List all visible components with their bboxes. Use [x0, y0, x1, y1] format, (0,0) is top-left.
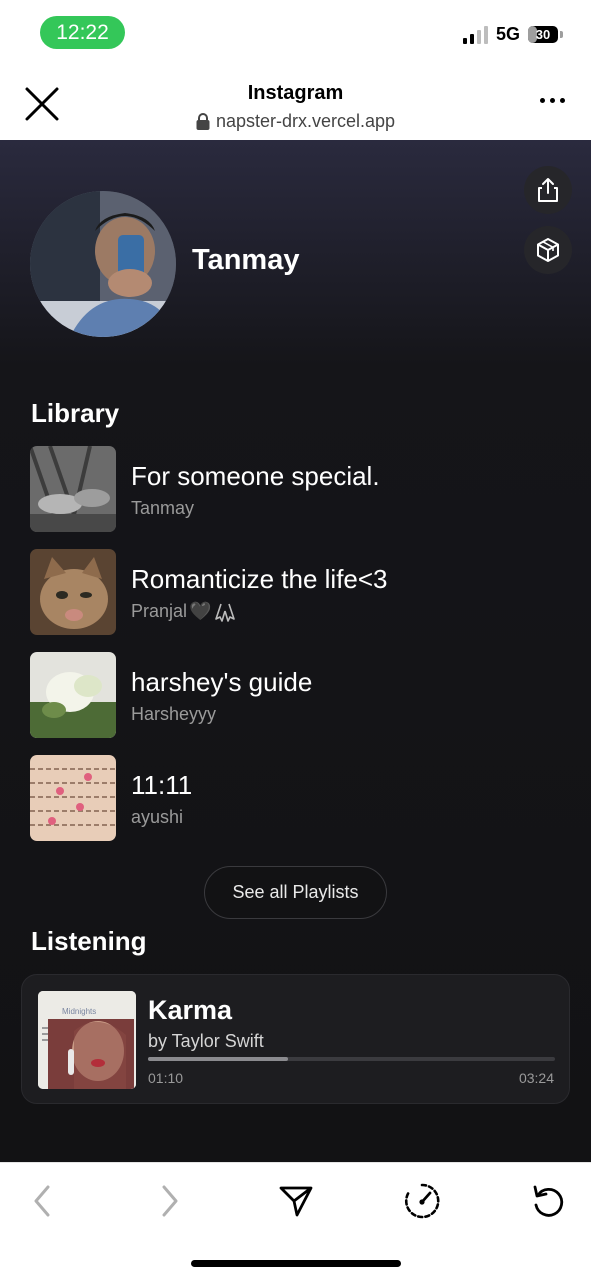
current-time: 01:10 [148, 1070, 184, 1086]
reload-icon [533, 1185, 564, 1217]
forward-button[interactable] [150, 1181, 190, 1221]
status-time[interactable]: 12:22 [40, 16, 125, 49]
black-heart-emoji: 🖤 [189, 601, 212, 621]
chevron-right-icon [162, 1185, 178, 1217]
listening-title: Listening [31, 926, 147, 956]
status-indicators: 5G 30 [462, 24, 563, 45]
track-artist: by Taylor Swift [148, 1031, 264, 1051]
playlist-cover [30, 755, 116, 841]
playlist-title: harshey's guide [131, 667, 313, 697]
playlist-item[interactable]: 11:11 ayushi [30, 755, 560, 841]
now-playing-card[interactable]: Midnights Karma by Taylor Swift 01:10 03… [21, 974, 570, 1104]
battery-nub [560, 31, 563, 38]
playlist-author: ayushi [131, 807, 183, 828]
playlist-author-name: Harsheyyy [131, 704, 217, 724]
playlist-item[interactable]: For someone special. Tanmay [30, 446, 560, 532]
playlist-title: Romanticize the life<3 [131, 564, 388, 594]
send-button[interactable] [276, 1181, 316, 1221]
battery-level: 30 [535, 27, 551, 42]
cube-icon [537, 238, 559, 262]
album-label: Midnights [62, 1007, 97, 1016]
embed-button[interactable] [524, 226, 572, 274]
battery-icon: 30 [528, 26, 558, 43]
signal-icon [462, 25, 488, 44]
network-type: 5G [495, 24, 520, 44]
more-icon-dot [550, 98, 555, 103]
lock-icon [196, 113, 210, 130]
status-bar: 12:22 5G 30 [0, 0, 591, 62]
browser-header: Instagram napster-drx.vercel.app [0, 62, 591, 140]
playlist-item[interactable]: harshey's guide Harsheyyy [30, 652, 560, 738]
more-button[interactable] [540, 98, 565, 103]
playlist-title: 11:11 [131, 770, 193, 800]
see-all-playlists-button[interactable]: See all Playlists [204, 866, 387, 919]
playlist-cover [30, 652, 116, 738]
home-indicator [191, 1260, 401, 1267]
send-icon [279, 1186, 313, 1217]
playlist-author-name: Tanmay [131, 498, 195, 518]
track-title: Karma [148, 995, 233, 1025]
ribbon-icon [215, 603, 236, 622]
playlist-author: Pranjal 🖤 [131, 601, 237, 622]
more-icon [540, 98, 545, 103]
more-icon-dot [560, 98, 565, 103]
chevron-left-icon [34, 1185, 50, 1217]
total-time: 03:24 [518, 1070, 554, 1086]
url-display[interactable]: napster-drx.vercel.app [0, 111, 591, 132]
speedometer-icon [404, 1183, 440, 1219]
playlist-author-name: Pranjal [131, 601, 188, 621]
library-title: Library [31, 398, 120, 428]
speed-button[interactable] [402, 1181, 442, 1221]
share-button[interactable] [524, 166, 572, 214]
reload-button[interactable] [528, 1181, 568, 1221]
playlist-title: For someone special. [131, 461, 380, 491]
progress-fill [148, 1057, 288, 1061]
back-button[interactable] [22, 1181, 62, 1221]
url-text: napster-drx.vercel.app [215, 111, 396, 131]
playlist-author: Harsheyyy [131, 704, 216, 725]
profile-page: Tanmay Library For someone special. Tanm… [0, 140, 591, 1162]
avatar[interactable] [30, 191, 176, 337]
browser-toolbar [0, 1162, 591, 1280]
progress-bar[interactable] [148, 1057, 555, 1061]
playlist-item[interactable]: Romanticize the life<3 Pranjal 🖤 [30, 549, 560, 635]
playlist-author: Tanmay [131, 498, 194, 519]
avatar-image [30, 191, 176, 337]
playlist-cover [30, 549, 116, 635]
page-title: Instagram [247, 82, 344, 104]
album-art: Midnights [38, 991, 136, 1089]
profile-name: Tanmay [192, 244, 300, 276]
playlist-cover [30, 446, 116, 532]
playlist-author-name: ayushi [131, 807, 184, 827]
share-icon [538, 178, 558, 202]
